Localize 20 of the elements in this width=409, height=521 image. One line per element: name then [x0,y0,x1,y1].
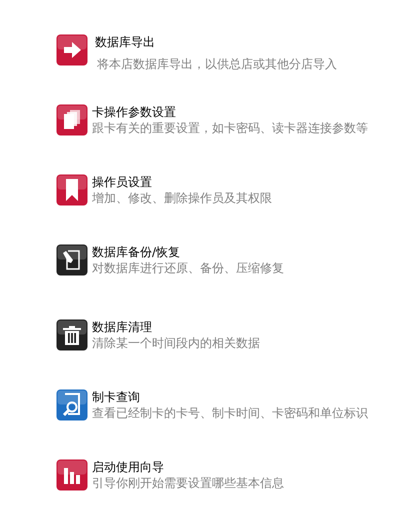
search-icon[interactable] [56,389,88,421]
item-description: 将本店数据库导出，以供总店或其他分店导入 [96,56,337,72]
item-title[interactable]: 卡操作参数设置 [92,105,368,120]
pages-icon[interactable] [56,104,88,136]
bookmark-icon[interactable] [56,174,88,206]
item-title[interactable]: 制卡查询 [92,390,368,405]
item-description: 清除某一个时间段内的相关数据 [92,335,260,351]
item-title[interactable]: 启动使用向导 [92,460,284,475]
edit-icon[interactable] [56,244,88,276]
item-title[interactable]: 数据库备份/恢复 [92,245,284,260]
item-title[interactable]: 数据库清理 [92,320,260,335]
item-description: 跟卡有关的重要设置，如卡密码、读卡器连接参数等 [92,120,368,136]
trash-icon[interactable] [56,319,88,351]
item-description: 查看已经制卡的卡号、制卡时间、卡密码和单位标识 [92,405,368,421]
item-title[interactable]: 数据库导出 [95,35,337,50]
bars-icon[interactable] [56,459,88,491]
item-title[interactable]: 操作员设置 [92,175,272,190]
item-description: 对数据库进行还原、备份、压缩修复 [92,260,284,276]
item-description: 引导你刚开始需要设置哪些基本信息 [92,475,284,491]
item-description: 增加、修改、删除操作员及其权限 [92,190,272,206]
